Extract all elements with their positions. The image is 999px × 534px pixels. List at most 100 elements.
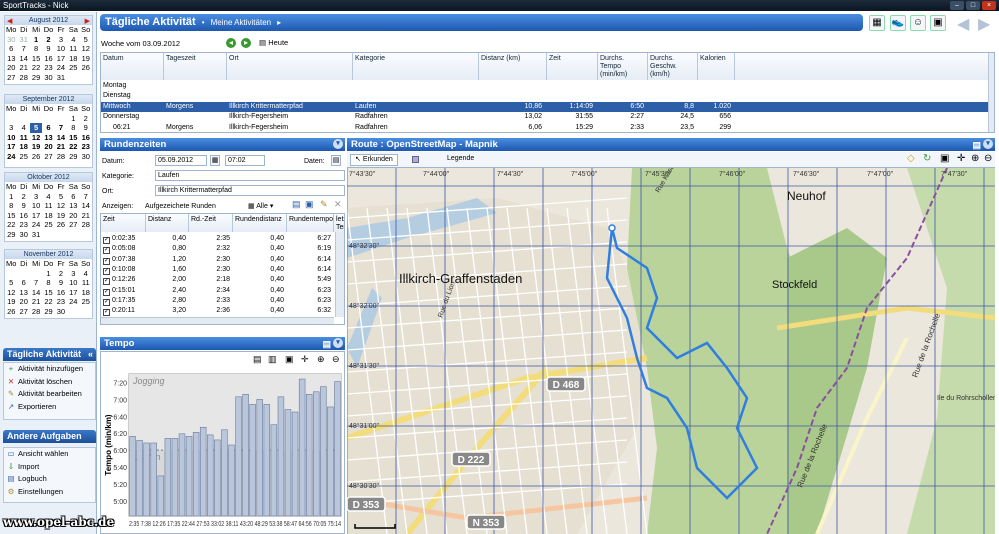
calendar-day[interactable]: 14 (30, 288, 42, 298)
calendar-picker-icon[interactable]: ▦ (210, 155, 220, 166)
table-row[interactable]: ✓ 0:20:11 3,20 2:36 0,40 6:32 (101, 306, 344, 317)
delete-lap-icon[interactable]: ✕ (334, 200, 342, 209)
calendar-day[interactable]: 9 (42, 44, 54, 54)
calendar-day[interactable] (55, 114, 67, 124)
date-field[interactable]: 05.09.2012 (155, 155, 207, 166)
calendar-day[interactable]: 18 (67, 54, 79, 64)
calendar-day[interactable]: 20 (18, 297, 30, 307)
calendar-day[interactable] (67, 230, 79, 240)
tasks-other-header[interactable]: Andere Aufgaben (3, 430, 96, 443)
calendar-day[interactable]: 12 (30, 133, 42, 143)
calendar-day[interactable]: 29 (67, 152, 79, 162)
calendar-day[interactable]: 30 (42, 73, 54, 83)
calendar-day[interactable]: 21 (80, 211, 92, 221)
calendar-day[interactable]: 5 (80, 35, 92, 45)
save-icon[interactable]: ▣ (285, 354, 294, 365)
calendar-day[interactable]: 11 (18, 133, 30, 143)
calendar-day[interactable]: 13 (5, 54, 18, 64)
column-header[interactable]: letz Ten (334, 214, 344, 232)
zoom-in-icon[interactable]: ⊕ (317, 354, 325, 365)
calendar-day[interactable] (30, 269, 42, 279)
column-header[interactable]: Durchs. Tempo (min/km) (598, 53, 648, 80)
close-button[interactable]: × (982, 1, 996, 10)
edit-lap-icon[interactable]: ✎ (320, 200, 328, 209)
next-week-button[interactable]: ▸ (241, 38, 251, 48)
calendar-day[interactable]: 23 (42, 63, 54, 73)
calendar-day[interactable]: 17 (67, 288, 79, 298)
table-row[interactable]: ✓ 0:15:01 2,40 2:34 0,40 6:23 (101, 286, 344, 296)
calendar-day[interactable]: 19 (5, 297, 18, 307)
calendar-day[interactable]: 25 (80, 297, 92, 307)
calendar-day[interactable]: 2 (18, 192, 30, 202)
calendar-day[interactable]: 22 (67, 142, 79, 152)
zoom-in-icon[interactable]: ⊕ (971, 153, 979, 164)
calendar-day[interactable]: 11 (42, 201, 54, 211)
calendar-day[interactable] (80, 307, 92, 317)
calendar-day[interactable]: 30 (18, 230, 30, 240)
calendar-day[interactable]: 22 (42, 297, 54, 307)
task-item[interactable]: ▤ Logbuch (4, 473, 95, 486)
calendar-day[interactable]: 25 (67, 63, 79, 73)
back-arrow-icon[interactable]: ◀ (957, 14, 969, 34)
place-select[interactable]: Illkirch Krittermatterpfad (155, 185, 345, 196)
calendar-day[interactable]: 4 (42, 192, 54, 202)
calendar-day[interactable]: 26 (55, 220, 67, 230)
calendar-day[interactable]: 31 (55, 73, 67, 83)
calendar-day[interactable] (80, 73, 92, 83)
crosshair-icon[interactable]: ✛ (301, 354, 309, 365)
calendar-day[interactable]: 17 (30, 211, 42, 221)
calendar-day[interactable]: 5 (55, 192, 67, 202)
calendar-day[interactable]: 6 (5, 44, 18, 54)
column-header[interactable]: Tageszeit (164, 53, 227, 80)
calendar-day[interactable]: 29 (5, 230, 18, 240)
checkbox[interactable]: ✓ (103, 267, 110, 275)
column-header[interactable]: Kalorien (698, 53, 735, 80)
calendar-day[interactable]: 27 (5, 73, 18, 83)
task-item[interactable]: ⚙ Einstellungen (4, 486, 95, 499)
breadcrumb[interactable]: Meine Aktivitäten (211, 18, 271, 27)
task-item[interactable]: ⇩ Import (4, 461, 95, 474)
table-row[interactable]: ✓ 0:07:38 1,20 2:30 0,40 6:14 (101, 255, 344, 265)
athlete-icon[interactable]: ☺ (910, 15, 926, 31)
category-select[interactable]: Laufen (155, 170, 345, 181)
table-row[interactable]: 06:21 Morgens Illkirch-Fegersheim Radfahren… (101, 123, 994, 132)
checkbox[interactable]: ✓ (103, 237, 110, 244)
route-map[interactable]: Illkirch-Graffenstaden Neuhof Stockfeld Rue… (347, 168, 995, 534)
calendar-day[interactable]: 24 (55, 63, 67, 73)
calendar-day[interactable]: 19 (30, 142, 42, 152)
calendar-day[interactable]: 12 (5, 288, 18, 298)
calendar-day[interactable]: 16 (55, 288, 67, 298)
layout-icon[interactable]: ▤ (972, 139, 981, 152)
calendar-day[interactable]: 10 (55, 44, 67, 54)
legend-label[interactable]: Legende (447, 155, 474, 162)
calendar-day[interactable]: 8 (5, 201, 18, 211)
next-month-icon[interactable]: ▶ (85, 17, 90, 26)
calendar-day[interactable]: 26 (80, 63, 92, 73)
checkbox[interactable]: ✓ (103, 309, 110, 317)
collapse-icon[interactable]: « (88, 348, 93, 361)
calendar-day[interactable]: 2 (42, 35, 54, 45)
calendar-day[interactable]: 15 (5, 211, 18, 221)
calendar-day[interactable]: 20 (67, 211, 79, 221)
calendar-day[interactable]: 23 (80, 142, 92, 152)
calendar-day[interactable]: 29 (42, 307, 54, 317)
calendar-day[interactable]: 15 (30, 54, 42, 64)
record-icon[interactable]: ▣ (930, 15, 946, 31)
minimize-button[interactable]: – (950, 1, 964, 10)
calendar-day[interactable]: 24 (30, 220, 42, 230)
calendar-day[interactable]: 6 (42, 123, 54, 133)
calendar-day[interactable]: 31 (30, 230, 42, 240)
calendar-day[interactable]: 15 (42, 288, 54, 298)
calendar-day[interactable]: 8 (67, 123, 79, 133)
calendar-day[interactable]: 17 (55, 54, 67, 64)
calendar-day[interactable]: 3 (5, 123, 18, 133)
column-header[interactable]: Zeit (547, 53, 598, 80)
calendar-day[interactable] (80, 230, 92, 240)
save-map-icon[interactable]: ▣ (940, 153, 949, 164)
calendar-day[interactable]: 1 (5, 192, 18, 202)
task-item[interactable]: ✕ Aktivität löschen (4, 376, 95, 389)
map-canvas[interactable]: Illkirch-GraffenstadenNeuhofStockfeldRue… (347, 168, 995, 534)
column-header[interactable]: Distanz (km) (479, 53, 547, 80)
calendar-day[interactable]: 12 (80, 44, 92, 54)
calendar-day[interactable]: 11 (80, 278, 92, 288)
